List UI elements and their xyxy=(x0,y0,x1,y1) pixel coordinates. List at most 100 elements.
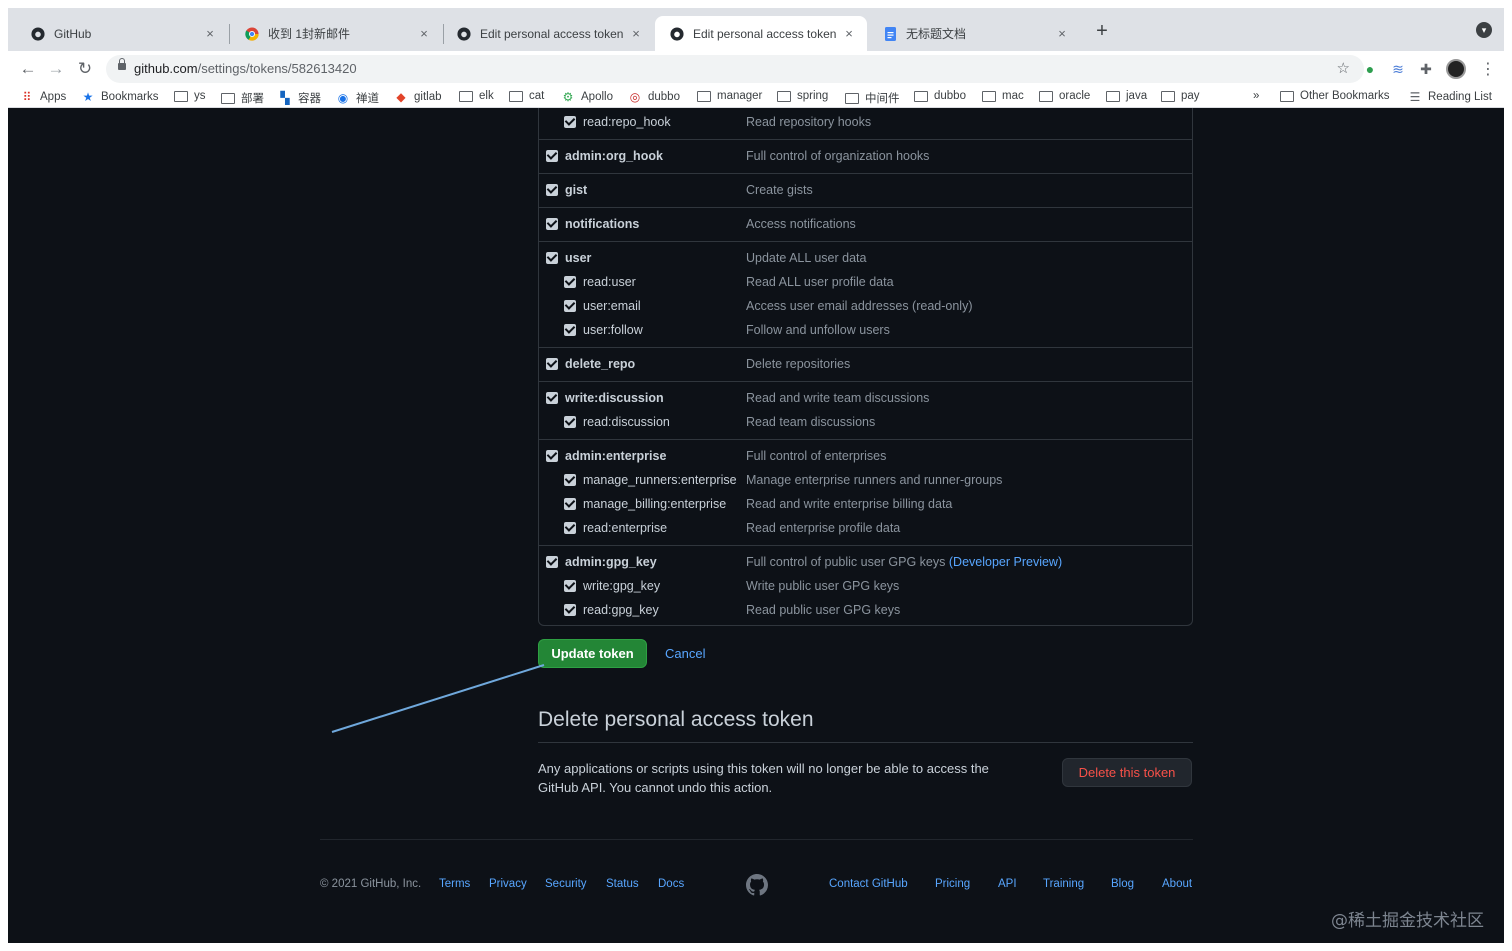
scope-row[interactable]: write:gpg_key xyxy=(564,574,660,598)
cancel-link[interactable]: Cancel xyxy=(665,646,705,661)
scope-row[interactable]: manage_billing:enterprise xyxy=(564,492,726,516)
footer-link-about[interactable]: About xyxy=(1162,878,1192,890)
footer-link-contact[interactable]: Contact GitHub xyxy=(829,878,908,890)
folder-icon xyxy=(509,90,523,102)
address-bar[interactable]: github.com/settings/tokens/582613420 ☆ xyxy=(106,55,1364,83)
bookmark-mac[interactable]: mac xyxy=(982,90,1024,102)
bookmark-apps[interactable]: ⠿ Apps xyxy=(20,90,67,104)
github-logo-icon[interactable] xyxy=(746,874,768,896)
scope-row[interactable]: read:repo_hook xyxy=(564,110,671,134)
scope-row[interactable]: read:enterprise xyxy=(564,516,667,540)
delete-section-title: Delete personal access token xyxy=(538,708,814,731)
avatar[interactable] xyxy=(1446,59,1466,79)
github-icon xyxy=(669,26,685,42)
bookmark-gitlab[interactable]: ◆ gitlab xyxy=(394,90,441,104)
bookmark-ys[interactable]: ys xyxy=(174,90,206,102)
divider xyxy=(538,742,1193,743)
layers-extension-icon[interactable]: ≋ xyxy=(1389,60,1407,78)
bookmark-oracle[interactable]: oracle xyxy=(1039,90,1090,102)
bookmarks-bar: ⠿ Apps ★ Bookmarks ys 部署 ▚ 容器 ◉ 禅道 ◆ gitlab e… xyxy=(8,87,1504,108)
footer-link-docs[interactable]: Docs xyxy=(658,878,684,890)
tab-strip: GitHub × 收到 1封新邮件 × Edit personal access… xyxy=(8,8,1504,51)
tab-edit-token-1[interactable]: Edit personal access token × xyxy=(442,16,654,51)
tab-edit-token-active[interactable]: Edit personal access token × xyxy=(655,16,867,51)
url-text[interactable]: github.com/settings/tokens/582613420 xyxy=(134,61,357,76)
bookmark-dubbo-site[interactable]: ◎ dubbo xyxy=(628,90,680,104)
new-tab-button[interactable]: + xyxy=(1090,20,1114,44)
footer-link-security[interactable]: Security xyxy=(545,878,587,890)
scope-description: Read repository hooks xyxy=(746,115,872,129)
bookmark-cat[interactable]: cat xyxy=(509,90,544,102)
bookmark-other[interactable]: Other Bookmarks xyxy=(1280,90,1389,102)
footer-link-terms[interactable]: Terms xyxy=(439,878,470,890)
evernote-extension-icon[interactable]: ● xyxy=(1361,60,1379,78)
folder-icon xyxy=(914,90,928,102)
tab-mail[interactable]: 收到 1封新邮件 × xyxy=(230,16,442,51)
bookmark-bookmarks[interactable]: ★ Bookmarks xyxy=(81,90,159,104)
bookmark-deploy[interactable]: 部署 xyxy=(221,90,264,106)
bookmark-zentao[interactable]: ◉ 禅道 xyxy=(336,90,379,106)
tab-github[interactable]: GitHub × xyxy=(16,16,228,51)
close-icon[interactable]: × xyxy=(202,26,218,41)
network-icon: ▚ xyxy=(280,91,290,105)
bookmark-star-icon[interactable]: ☆ xyxy=(1337,59,1350,77)
bookmark-middleware[interactable]: 中间件 xyxy=(845,90,900,106)
folder-icon xyxy=(1106,90,1120,102)
bookmark-manager[interactable]: manager xyxy=(697,90,762,102)
close-icon[interactable]: × xyxy=(1054,26,1070,41)
folder-icon xyxy=(1280,90,1294,102)
bookmark-apollo[interactable]: ⚙ Apollo xyxy=(561,90,613,104)
bookmark-pay[interactable]: pay xyxy=(1161,90,1200,102)
reload-icon[interactable]: ↻ xyxy=(73,57,97,81)
bookmark-spring[interactable]: spring xyxy=(777,90,828,102)
footer-link-api[interactable]: API xyxy=(998,878,1017,890)
browser-window: GitHub × 收到 1封新邮件 × Edit personal access… xyxy=(8,8,1504,943)
scope-row[interactable]: manage_runners:enterprise xyxy=(564,468,737,492)
folder-icon xyxy=(982,90,996,102)
bookmarks-overflow-icon[interactable]: » xyxy=(1253,90,1259,102)
scope-group-repo: read:repo_hook Read repository hooks xyxy=(539,107,1192,139)
bookmark-elk[interactable]: elk xyxy=(459,90,494,102)
close-icon[interactable]: × xyxy=(416,26,432,41)
scope-row[interactable]: read:discussion xyxy=(564,410,670,434)
scope-group-admin-org-hook: admin:org_hook Full control of organizat… xyxy=(539,139,1192,173)
scope-description: Read enterprise profile data xyxy=(746,521,901,535)
footer-divider xyxy=(320,839,1193,840)
scope-description: Access user email addresses (read-only) xyxy=(746,299,973,313)
developer-preview-link[interactable]: (Developer Preview) xyxy=(949,555,1062,569)
footer-link-blog[interactable]: Blog xyxy=(1111,878,1134,890)
footer-link-training[interactable]: Training xyxy=(1043,878,1084,890)
footer-link-pricing[interactable]: Pricing xyxy=(935,878,970,890)
close-icon[interactable]: × xyxy=(841,26,857,41)
folder-icon xyxy=(845,92,859,104)
folder-icon xyxy=(1161,90,1175,102)
bookmark-dubbo-folder[interactable]: dubbo xyxy=(914,90,966,102)
annotation-arrow xyxy=(331,664,545,733)
scope-row[interactable]: read:gpg_key xyxy=(564,598,659,622)
scope-row[interactable]: read:user xyxy=(564,270,636,294)
scope-description: Full control of organization hooks xyxy=(746,149,930,163)
forward-icon[interactable]: → xyxy=(44,57,68,81)
reading-list-icon: ☰ xyxy=(1409,90,1421,104)
back-icon[interactable]: ← xyxy=(16,57,40,81)
footer-link-privacy[interactable]: Privacy xyxy=(489,878,527,890)
close-icon[interactable]: × xyxy=(628,26,644,41)
scope-group-notifications: notifications Access notifications xyxy=(539,207,1192,241)
bookmark-containers[interactable]: ▚ 容器 xyxy=(278,90,321,106)
scope-description: Read ALL user profile data xyxy=(746,275,894,289)
scope-description: Delete repositories xyxy=(746,357,851,371)
footer-link-status[interactable]: Status xyxy=(606,878,639,890)
bookmark-java[interactable]: java xyxy=(1106,90,1147,102)
reading-list[interactable]: ☰ Reading List xyxy=(1408,90,1492,104)
folder-icon xyxy=(174,90,188,102)
scope-row[interactable]: user:follow xyxy=(564,318,643,342)
scope-description: Access notifications xyxy=(746,217,856,231)
puzzle-extensions-icon[interactable]: ✚ xyxy=(1417,60,1435,78)
gitlab-icon: ◆ xyxy=(396,90,406,104)
tab-untitled-doc[interactable]: 无标题文档 × xyxy=(868,16,1080,51)
scope-row[interactable]: user:email xyxy=(564,294,641,318)
scope-group-enterprise: admin:enterprise Full control of enterpr… xyxy=(539,439,1192,545)
menu-kebab-icon[interactable]: ⋮ xyxy=(1480,59,1496,79)
tab-search-icon[interactable]: ▾ xyxy=(1476,22,1492,38)
delete-token-button[interactable]: Delete this token xyxy=(1062,758,1192,787)
